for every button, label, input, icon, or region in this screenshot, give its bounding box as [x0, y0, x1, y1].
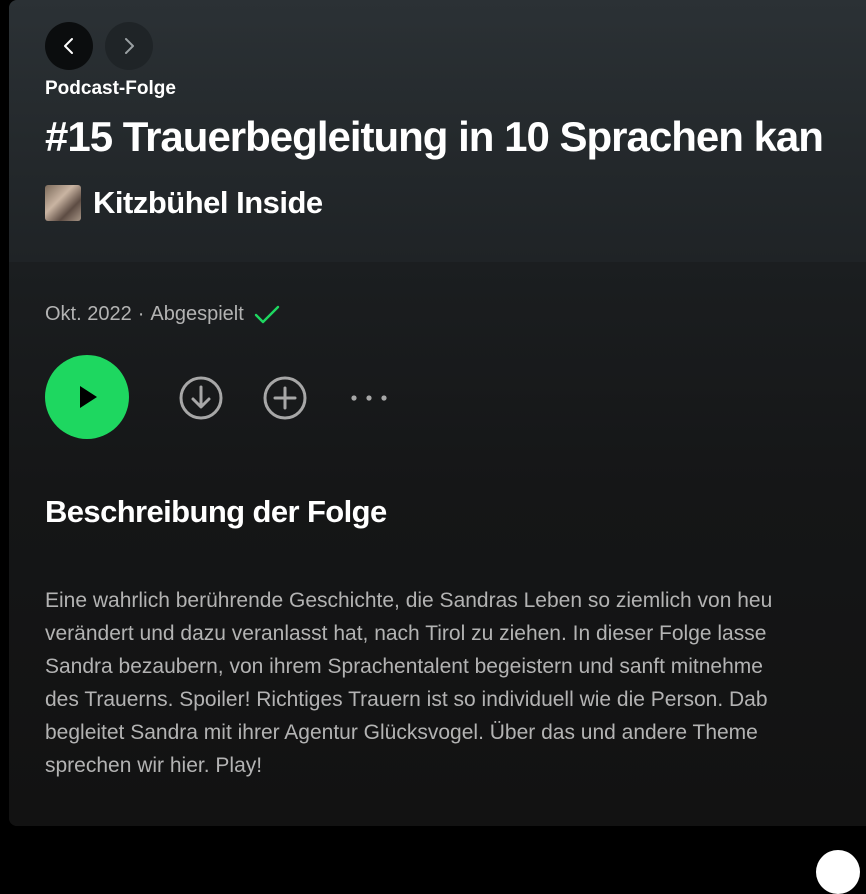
download-button[interactable] — [178, 375, 224, 421]
download-icon — [179, 376, 223, 420]
description-line: sprechen wir hier. Play! — [45, 754, 263, 777]
play-button[interactable] — [45, 355, 129, 439]
more-icon — [351, 395, 387, 401]
description-line: begleitet Sandra mit ihrer Agentur Glück… — [45, 721, 758, 744]
description-line: des Trauerns. Spoiler! Richtiges Trauern… — [45, 688, 768, 711]
play-icon — [80, 386, 97, 408]
description-line: verändert und dazu veranlasst hat, nach … — [45, 622, 767, 645]
episode-description: Eine wahrlich berührende Geschichte, die… — [45, 584, 866, 782]
scroll-to-top-button[interactable] — [816, 850, 860, 894]
played-status: Abgespielt — [150, 303, 244, 325]
episode-panel: Podcast-Folge #15 Trauerbegleitung in 10… — [9, 0, 866, 826]
show-name[interactable]: Kitzbühel Inside — [93, 185, 323, 221]
chevron-right-icon — [125, 38, 134, 54]
episode-meta: Okt. 2022 · Abgespielt — [45, 303, 280, 326]
more-options-button[interactable] — [346, 375, 392, 421]
episode-header: Podcast-Folge #15 Trauerbegleitung in 10… — [9, 0, 866, 262]
episode-date: Okt. 2022 — [45, 303, 132, 325]
show-link[interactable]: Kitzbühel Inside — [45, 185, 323, 221]
meta-separator: · — [137, 303, 145, 325]
chevron-left-icon — [64, 38, 73, 54]
description-line: Sandra bezaubern, von ihrem Sprachentale… — [45, 655, 763, 678]
checkmark-icon — [254, 304, 280, 326]
episode-type-label: Podcast-Folge — [45, 78, 176, 99]
episode-body: Okt. 2022 · Abgespielt Beschreibung der … — [9, 262, 866, 826]
description-line: Eine wahrlich berührende Geschichte, die… — [45, 589, 773, 612]
show-thumbnail — [45, 185, 81, 221]
forward-button[interactable] — [105, 22, 153, 70]
add-to-library-button[interactable] — [262, 375, 308, 421]
description-heading: Beschreibung der Folge — [45, 494, 387, 529]
back-button[interactable] — [45, 22, 93, 70]
add-icon — [263, 376, 307, 420]
episode-title: #15 Trauerbegleitung in 10 Sprachen kan — [45, 113, 824, 160]
